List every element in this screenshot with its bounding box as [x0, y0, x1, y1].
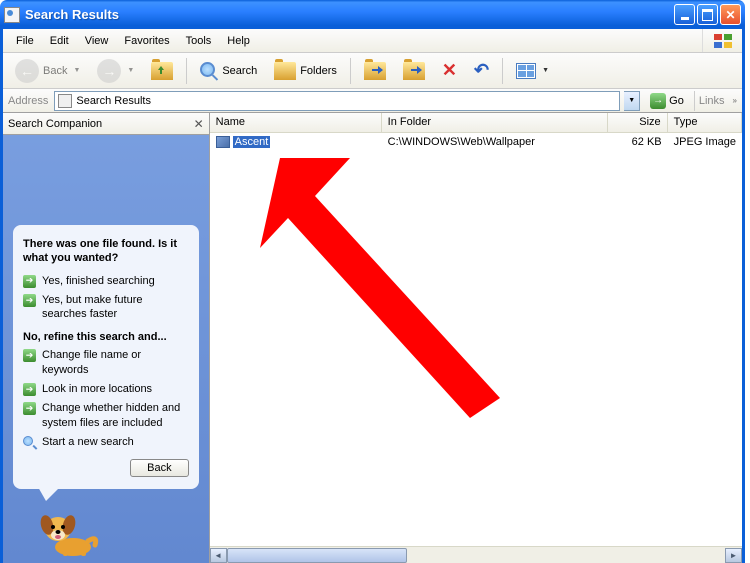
address-input[interactable]: Search Results: [54, 91, 620, 111]
menu-edit[interactable]: Edit: [42, 32, 77, 50]
window-title: Search Results: [25, 7, 674, 22]
addressbar: Address Search Results ▼ → Go Links »: [3, 89, 742, 113]
folder-up-icon: [151, 62, 173, 80]
copy-to-button[interactable]: [396, 56, 432, 86]
back-label: Back: [43, 65, 67, 77]
cell-size: 62 KB: [608, 135, 668, 149]
column-folder[interactable]: In Folder: [382, 113, 608, 132]
annotation-arrow-icon: [260, 148, 510, 418]
column-size[interactable]: Size: [608, 113, 668, 132]
results-pane: Name In Folder Size Type Ascent C:\WINDO…: [210, 113, 742, 563]
option-change-name[interactable]: ➔Change file name or keywords: [23, 348, 189, 377]
back-arrow-icon: ←: [15, 59, 39, 83]
windows-flag-icon: [702, 29, 742, 52]
sidebar-title: Search Companion: [8, 118, 102, 130]
horizontal-scrollbar[interactable]: ◄ ►: [210, 546, 742, 563]
cell-type: JPEG Image: [668, 135, 742, 149]
results-rows[interactable]: Ascent C:\WINDOWS\Web\Wallpaper 62 KB JP…: [210, 133, 742, 546]
views-icon: [516, 63, 536, 79]
forward-arrow-icon: →: [97, 59, 121, 83]
up-button[interactable]: [144, 56, 180, 86]
column-name[interactable]: Name: [210, 113, 382, 132]
sidebar-close-button[interactable]: ✕: [194, 117, 204, 131]
jpeg-file-icon: [216, 136, 230, 148]
move-to-button[interactable]: [357, 56, 393, 86]
column-type[interactable]: Type: [668, 113, 742, 132]
search-label: Search: [222, 65, 257, 77]
undo-icon: ↶: [474, 60, 489, 81]
column-headers: Name In Folder Size Type: [210, 113, 742, 133]
search-dog-icon[interactable]: [33, 497, 103, 557]
maximize-button[interactable]: [697, 4, 718, 25]
folder-move-icon: [364, 62, 386, 80]
scroll-right-button[interactable]: ►: [725, 548, 742, 563]
scroll-track[interactable]: [227, 548, 725, 563]
address-icon: [58, 94, 72, 108]
chevron-down-icon: ▼: [127, 67, 134, 74]
go-button[interactable]: → Go: [644, 91, 690, 111]
views-button[interactable]: ▼: [509, 56, 556, 86]
folders-button[interactable]: Folders: [267, 56, 344, 86]
arrow-icon: ➔: [23, 402, 36, 415]
go-arrow-icon: →: [650, 93, 666, 109]
delete-button[interactable]: ✕: [435, 56, 464, 86]
forward-button[interactable]: → ▼: [90, 56, 141, 86]
menu-file[interactable]: File: [8, 32, 42, 50]
address-label: Address: [8, 95, 50, 107]
search-companion-sidebar: Search Companion ✕ There was one file fo…: [3, 113, 210, 563]
panel-question: There was one file found. Is it what you…: [23, 237, 189, 266]
undo-button[interactable]: ↶: [467, 56, 496, 86]
arrow-icon: ➔: [23, 275, 36, 288]
toolbar: ← Back ▼ → ▼ Search Folders ✕ ↶ ▼: [3, 53, 742, 89]
window-icon: [4, 7, 20, 23]
folders-label: Folders: [300, 65, 337, 77]
option-more-locations[interactable]: ➔Look in more locations: [23, 382, 189, 396]
search-button[interactable]: Search: [193, 56, 264, 86]
links-label: Links: [694, 91, 729, 111]
arrow-icon: ➔: [23, 349, 36, 362]
delete-x-icon: ✕: [442, 60, 457, 81]
search-icon: [23, 436, 36, 449]
close-button[interactable]: [720, 4, 741, 25]
result-row[interactable]: Ascent C:\WINDOWS\Web\Wallpaper 62 KB JP…: [210, 133, 742, 150]
menu-favorites[interactable]: Favorites: [116, 32, 177, 50]
scroll-thumb[interactable]: [227, 548, 407, 563]
folders-icon: [274, 62, 296, 80]
arrow-icon: ➔: [23, 294, 36, 307]
minimize-button[interactable]: [674, 4, 695, 25]
address-dropdown-button[interactable]: ▼: [624, 91, 640, 111]
folder-copy-icon: [403, 62, 425, 80]
menu-help[interactable]: Help: [219, 32, 258, 50]
arrow-icon: ➔: [23, 383, 36, 396]
menu-view[interactable]: View: [77, 32, 117, 50]
option-new-search[interactable]: Start a new search: [23, 435, 189, 449]
sidebar-header: Search Companion ✕: [3, 113, 209, 135]
panel-question-refine: No, refine this search and...: [23, 331, 189, 343]
file-name: Ascent: [233, 136, 271, 148]
search-icon: [200, 62, 218, 80]
option-faster[interactable]: ➔Yes, but make future searches faster: [23, 293, 189, 322]
option-hidden-files[interactable]: ➔Change whether hidden and system files …: [23, 401, 189, 430]
address-value: Search Results: [76, 95, 151, 107]
scroll-left-button[interactable]: ◄: [210, 548, 227, 563]
back-button[interactable]: ← Back ▼: [8, 56, 87, 86]
menu-tools[interactable]: Tools: [178, 32, 220, 50]
chevron-down-icon: ▼: [542, 67, 549, 74]
chevron-down-icon: ▼: [73, 67, 80, 74]
cell-folder: C:\WINDOWS\Web\Wallpaper: [382, 135, 608, 149]
panel-back-button[interactable]: Back: [130, 459, 188, 477]
search-results-panel: There was one file found. Is it what you…: [13, 225, 199, 489]
cell-name: Ascent: [210, 135, 382, 149]
go-label: Go: [669, 95, 684, 107]
menubar: File Edit View Favorites Tools Help: [3, 29, 742, 53]
option-finished[interactable]: ➔Yes, finished searching: [23, 274, 189, 288]
titlebar: Search Results: [0, 0, 745, 29]
